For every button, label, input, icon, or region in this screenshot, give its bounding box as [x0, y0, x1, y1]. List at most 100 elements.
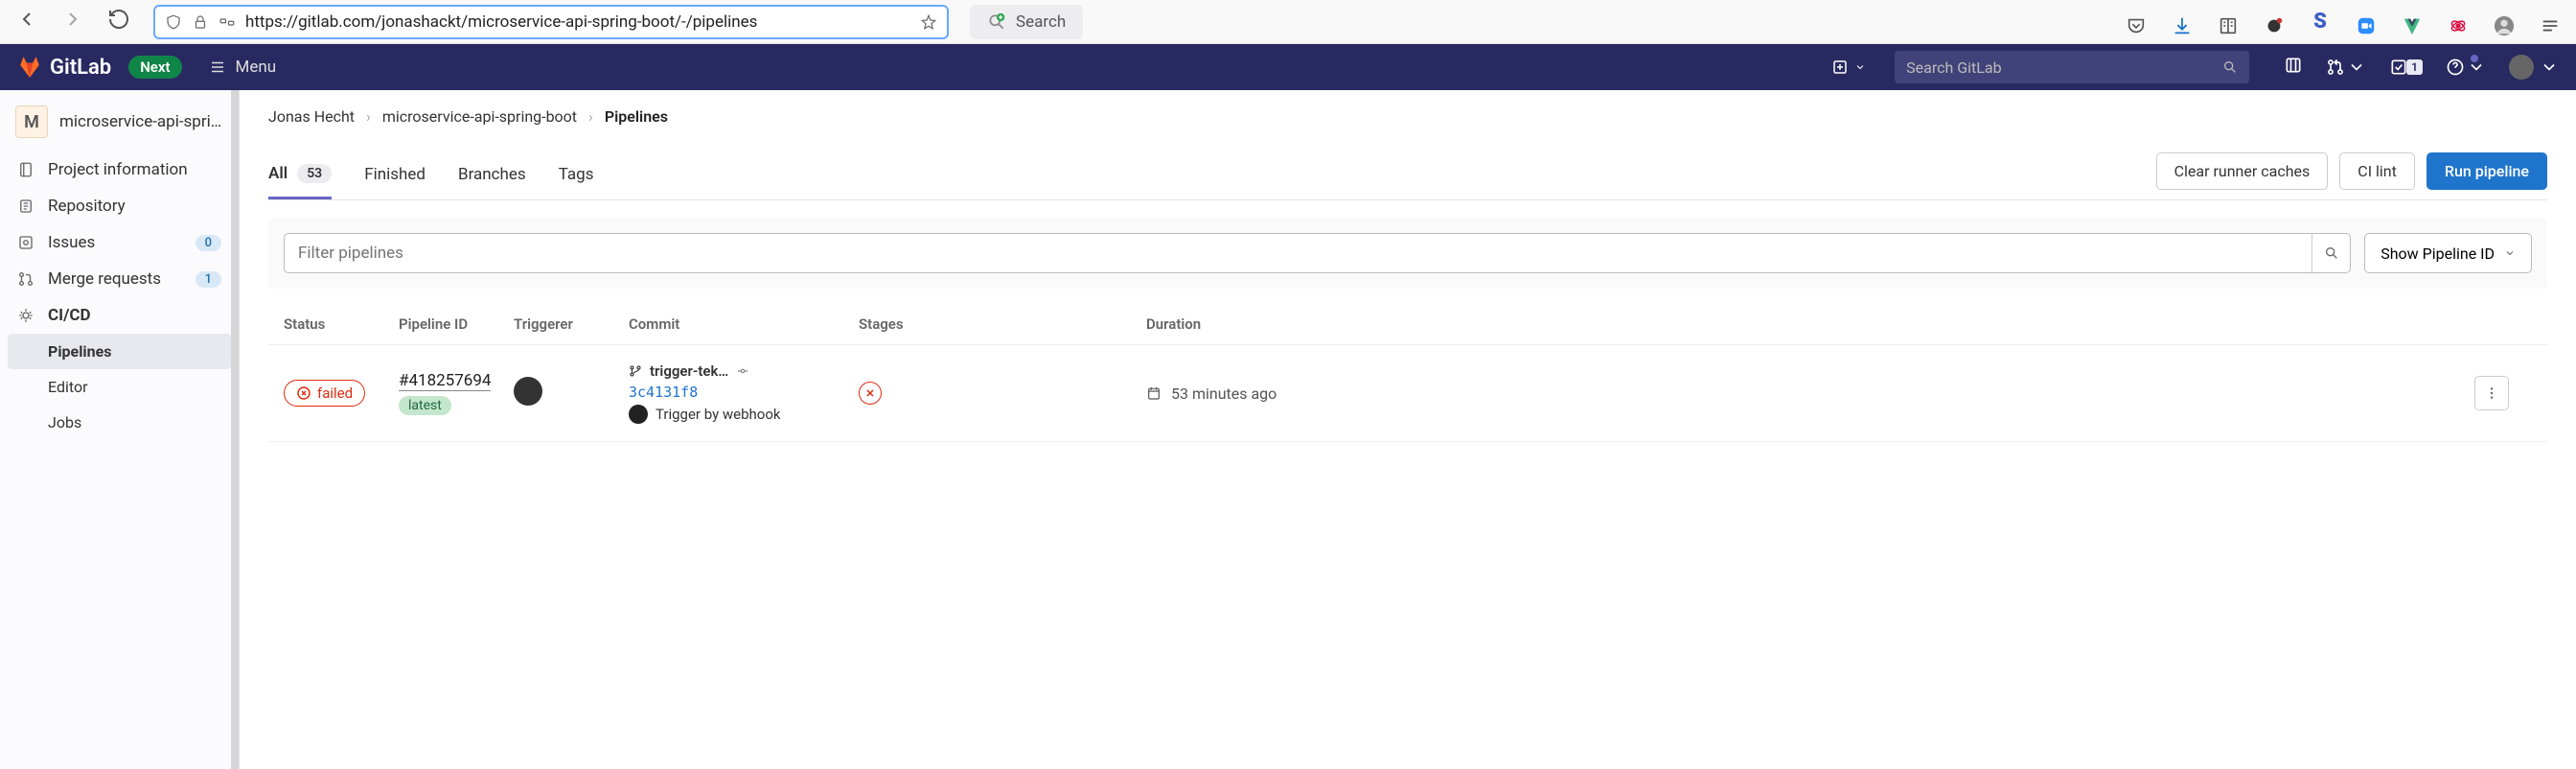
gitlab-brand-text: GitLab [50, 56, 111, 80]
th-status: Status [284, 315, 399, 333]
ci-lint-button[interactable]: CI lint [2339, 152, 2415, 190]
tab-all[interactable]: All 53 [268, 154, 332, 199]
th-triggerer: Triggerer [514, 315, 629, 333]
sidebar-item-project-information[interactable]: Project information [8, 151, 231, 188]
row-actions-button[interactable] [2474, 376, 2509, 410]
ext-redux-icon[interactable] [2448, 12, 2469, 33]
todos-nav-icon[interactable]: 1 [2389, 58, 2423, 77]
gitlab-logo[interactable]: GitLab [17, 55, 111, 80]
shield-icon [165, 6, 182, 37]
status-text: failed [317, 384, 353, 402]
commit-sha-link[interactable]: 3c4131f8 [629, 384, 698, 401]
reload-icon[interactable] [107, 6, 130, 37]
merge-requests-nav-icon[interactable] [2326, 58, 2366, 77]
new-dropdown[interactable] [1831, 58, 1866, 76]
sidebar-item-repository[interactable]: Repository [8, 188, 231, 224]
permissions-icon [218, 6, 236, 37]
help-nav-icon[interactable] [2446, 58, 2486, 77]
th-duration: Duration [1146, 315, 2474, 333]
browser-search-label: Search [1016, 12, 1066, 32]
filter-search-button[interactable] [2312, 234, 2350, 272]
x-circle-icon [296, 385, 311, 401]
gitlab-search-placeholder: Search GitLab [1906, 58, 2222, 77]
filter-pipelines-input[interactable] [285, 234, 2312, 272]
url-text[interactable]: https://gitlab.com/jonashackt/microservi… [245, 12, 910, 32]
ext-dot-icon[interactable] [2264, 12, 2285, 33]
project-name: microservice-api-spri… [59, 112, 221, 131]
gitlab-navbar: GitLab Next Menu Search GitLab 1 [0, 44, 2576, 90]
forward-icon[interactable] [61, 6, 84, 37]
menu-label: Menu [236, 58, 277, 77]
branch-icon [629, 364, 642, 378]
calendar-icon [1146, 385, 1162, 401]
sidebar-item-issues[interactable]: Issues 0 [8, 224, 231, 261]
project-header[interactable]: M microservice-api-spri… [8, 100, 231, 151]
search-icon [2324, 245, 2339, 261]
gitlab-search[interactable]: Search GitLab [1895, 51, 2249, 83]
latest-badge: latest [399, 396, 451, 415]
menu-button[interactable]: Menu [209, 58, 277, 77]
sidebar-item-label: Project information [48, 160, 221, 179]
sidebar-item-label: CI/CD [48, 306, 221, 325]
issues-nav-icon[interactable] [2284, 56, 2303, 79]
chevron-right-icon: › [588, 107, 593, 126]
pocket-icon[interactable] [2126, 12, 2147, 33]
breadcrumb-current: Pipelines [605, 107, 668, 126]
triggerer-avatar[interactable] [514, 377, 542, 406]
run-pipeline-button[interactable]: Run pipeline [2426, 152, 2547, 190]
tab-tags[interactable]: Tags [559, 154, 594, 198]
stage-failed-icon[interactable] [859, 382, 882, 405]
sidebar-sub-editor[interactable]: Editor [8, 369, 231, 405]
project-avatar: M [15, 105, 48, 138]
reader-icon[interactable] [2218, 12, 2239, 33]
sidebar-item-merge-requests[interactable]: Merge requests 1 [8, 261, 231, 297]
table-row: failed #418257694 latest trigger-tek… [268, 345, 2547, 442]
tab-branches[interactable]: Branches [458, 154, 526, 198]
commit-author-avatar [629, 405, 648, 424]
status-failed-pill[interactable]: failed [284, 380, 365, 407]
breadcrumb-repo[interactable]: microservice-api-spring-boot [382, 107, 577, 126]
hamburger-icon[interactable] [2540, 12, 2561, 33]
todos-count: 1 [2406, 59, 2423, 75]
show-pipeline-id-dropdown[interactable]: Show Pipeline ID [2364, 233, 2532, 273]
search-engine-icon [987, 12, 1006, 32]
pipeline-id-link[interactable]: #418257694 [399, 371, 491, 391]
issues-count-badge: 0 [196, 235, 221, 251]
chevron-down-icon [2504, 247, 2516, 259]
sidebar: M microservice-api-spri… Project informa… [0, 90, 240, 769]
browser-toolbar: https://gitlab.com/jonashackt/microservi… [0, 0, 2576, 44]
th-pipeline-id: Pipeline ID [399, 315, 514, 333]
breadcrumbs: Jonas Hecht › microservice-api-spring-bo… [268, 107, 2547, 126]
sidebar-sub-pipelines[interactable]: Pipelines [8, 334, 231, 369]
duration-text: 53 minutes ago [1171, 384, 1276, 403]
sidebar-sub-jobs[interactable]: Jobs [8, 405, 231, 440]
next-badge[interactable]: Next [128, 56, 181, 79]
user-menu[interactable] [2509, 55, 2559, 80]
sidebar-item-cicd[interactable]: CI/CD [8, 297, 231, 334]
ext-vue-icon[interactable] [2402, 12, 2423, 33]
back-icon[interactable] [15, 6, 38, 37]
download-icon[interactable] [2172, 12, 2193, 33]
breadcrumb-owner[interactable]: Jonas Hecht [268, 107, 355, 126]
commit-branch-name[interactable]: trigger-tek… [650, 362, 728, 380]
pipeline-tabs: All 53 Finished Branches Tags [268, 154, 593, 198]
bookmark-icon[interactable] [920, 6, 937, 37]
search-icon [2222, 59, 2238, 75]
profile-avatar-icon[interactable] [2494, 12, 2515, 33]
mr-count-badge: 1 [196, 271, 221, 288]
clear-caches-button[interactable]: Clear runner caches [2156, 152, 2329, 190]
ext-s-icon[interactable]: S [2310, 12, 2331, 33]
sidebar-item-label: Repository [48, 197, 221, 216]
commit-link-icon [736, 364, 749, 378]
lock-icon [192, 6, 209, 37]
tab-all-label: All [268, 164, 288, 183]
url-bar[interactable]: https://gitlab.com/jonashackt/microservi… [153, 5, 949, 39]
tab-finished[interactable]: Finished [364, 154, 426, 198]
browser-search[interactable]: Search [970, 5, 1083, 39]
pipelines-table: Status Pipeline ID Triggerer Commit Stag… [268, 304, 2547, 442]
main-content: Jonas Hecht › microservice-api-spring-bo… [240, 90, 2576, 769]
ext-zoom-icon[interactable] [2356, 12, 2377, 33]
sidebar-item-label: Issues [48, 233, 182, 252]
kebab-icon [2484, 385, 2499, 401]
commit-message: Trigger by webhook [656, 406, 781, 423]
